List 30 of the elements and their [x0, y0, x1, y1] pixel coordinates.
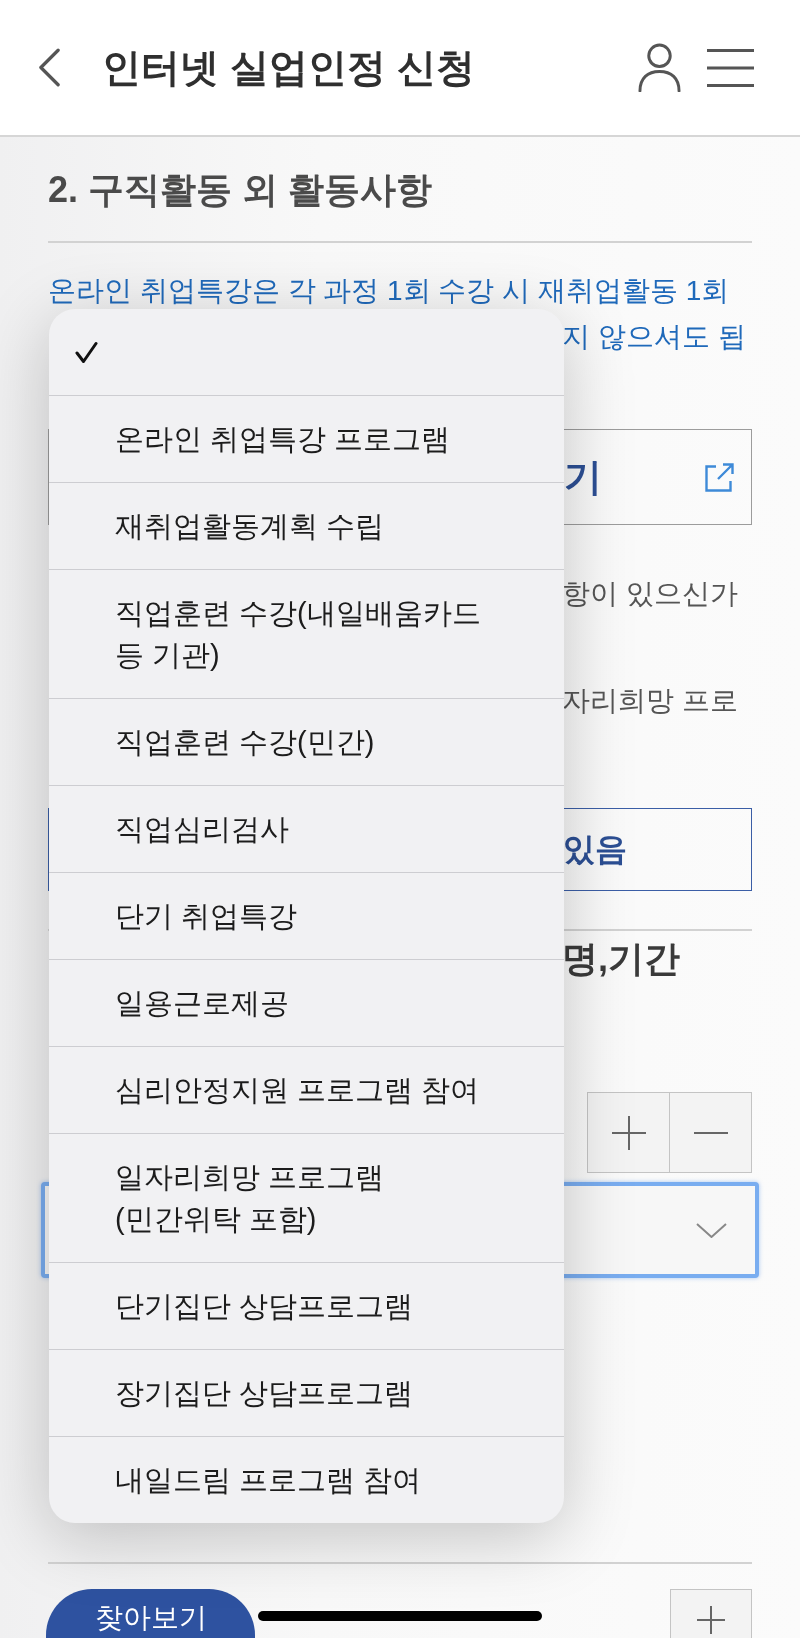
menu-option[interactable]: 직업훈련 수강(내일배움카드 등 기관) [49, 569, 564, 698]
menu-option[interactable]: 심리안정지원 프로그램 참여 [49, 1046, 564, 1133]
plus-icon [611, 1115, 646, 1150]
heading-text: 명,기간 [562, 937, 680, 981]
menu-option[interactable]: 일자리희망 프로그램 (민간위탁 포함) [49, 1133, 564, 1262]
menu-option[interactable]: 내일드림 프로그램 참여 [49, 1436, 564, 1523]
menu-icon[interactable] [707, 48, 754, 87]
find-button[interactable]: 찾아보기 [46, 1589, 255, 1638]
menu-option[interactable]: 재취업활동계획 수립 [49, 482, 564, 569]
notice-text: 지 않으셔도 됩 [562, 320, 746, 354]
add-button[interactable] [670, 1589, 752, 1638]
person-icon[interactable] [638, 43, 681, 92]
menu-option[interactable]: 단기 취업특강 [49, 872, 564, 959]
notice-text: 온라인 취업특강은 각 과정 1회 수강 시 재취업활동 1회 [48, 274, 731, 308]
page-title: 인터넷 실업인정 신청 [102, 44, 476, 91]
section-title: 2. 구직활동 외 활동사항 [48, 168, 434, 212]
plus-icon [697, 1606, 725, 1634]
menu-option[interactable]: 직업훈련 수강(민간) [49, 698, 564, 785]
menu-option[interactable]: 직업심리검사 [49, 785, 564, 872]
menu-option[interactable]: 온라인 취업특강 프로그램 [49, 395, 564, 482]
chevron-down-icon [696, 1222, 727, 1238]
minus-icon [693, 1131, 728, 1134]
question-text: 자리희망 프로 [562, 684, 738, 718]
external-link-icon [704, 461, 734, 493]
question-text: 항이 있으신가 [562, 577, 738, 611]
menu-option[interactable]: 장기집단 상담프로그램 [49, 1349, 564, 1436]
back-icon[interactable] [38, 48, 61, 87]
check-icon [75, 340, 98, 364]
menu-option[interactable]: 단기집단 상담프로그램 [49, 1262, 564, 1349]
menu-option[interactable]: 일용근로제공 [49, 959, 564, 1046]
